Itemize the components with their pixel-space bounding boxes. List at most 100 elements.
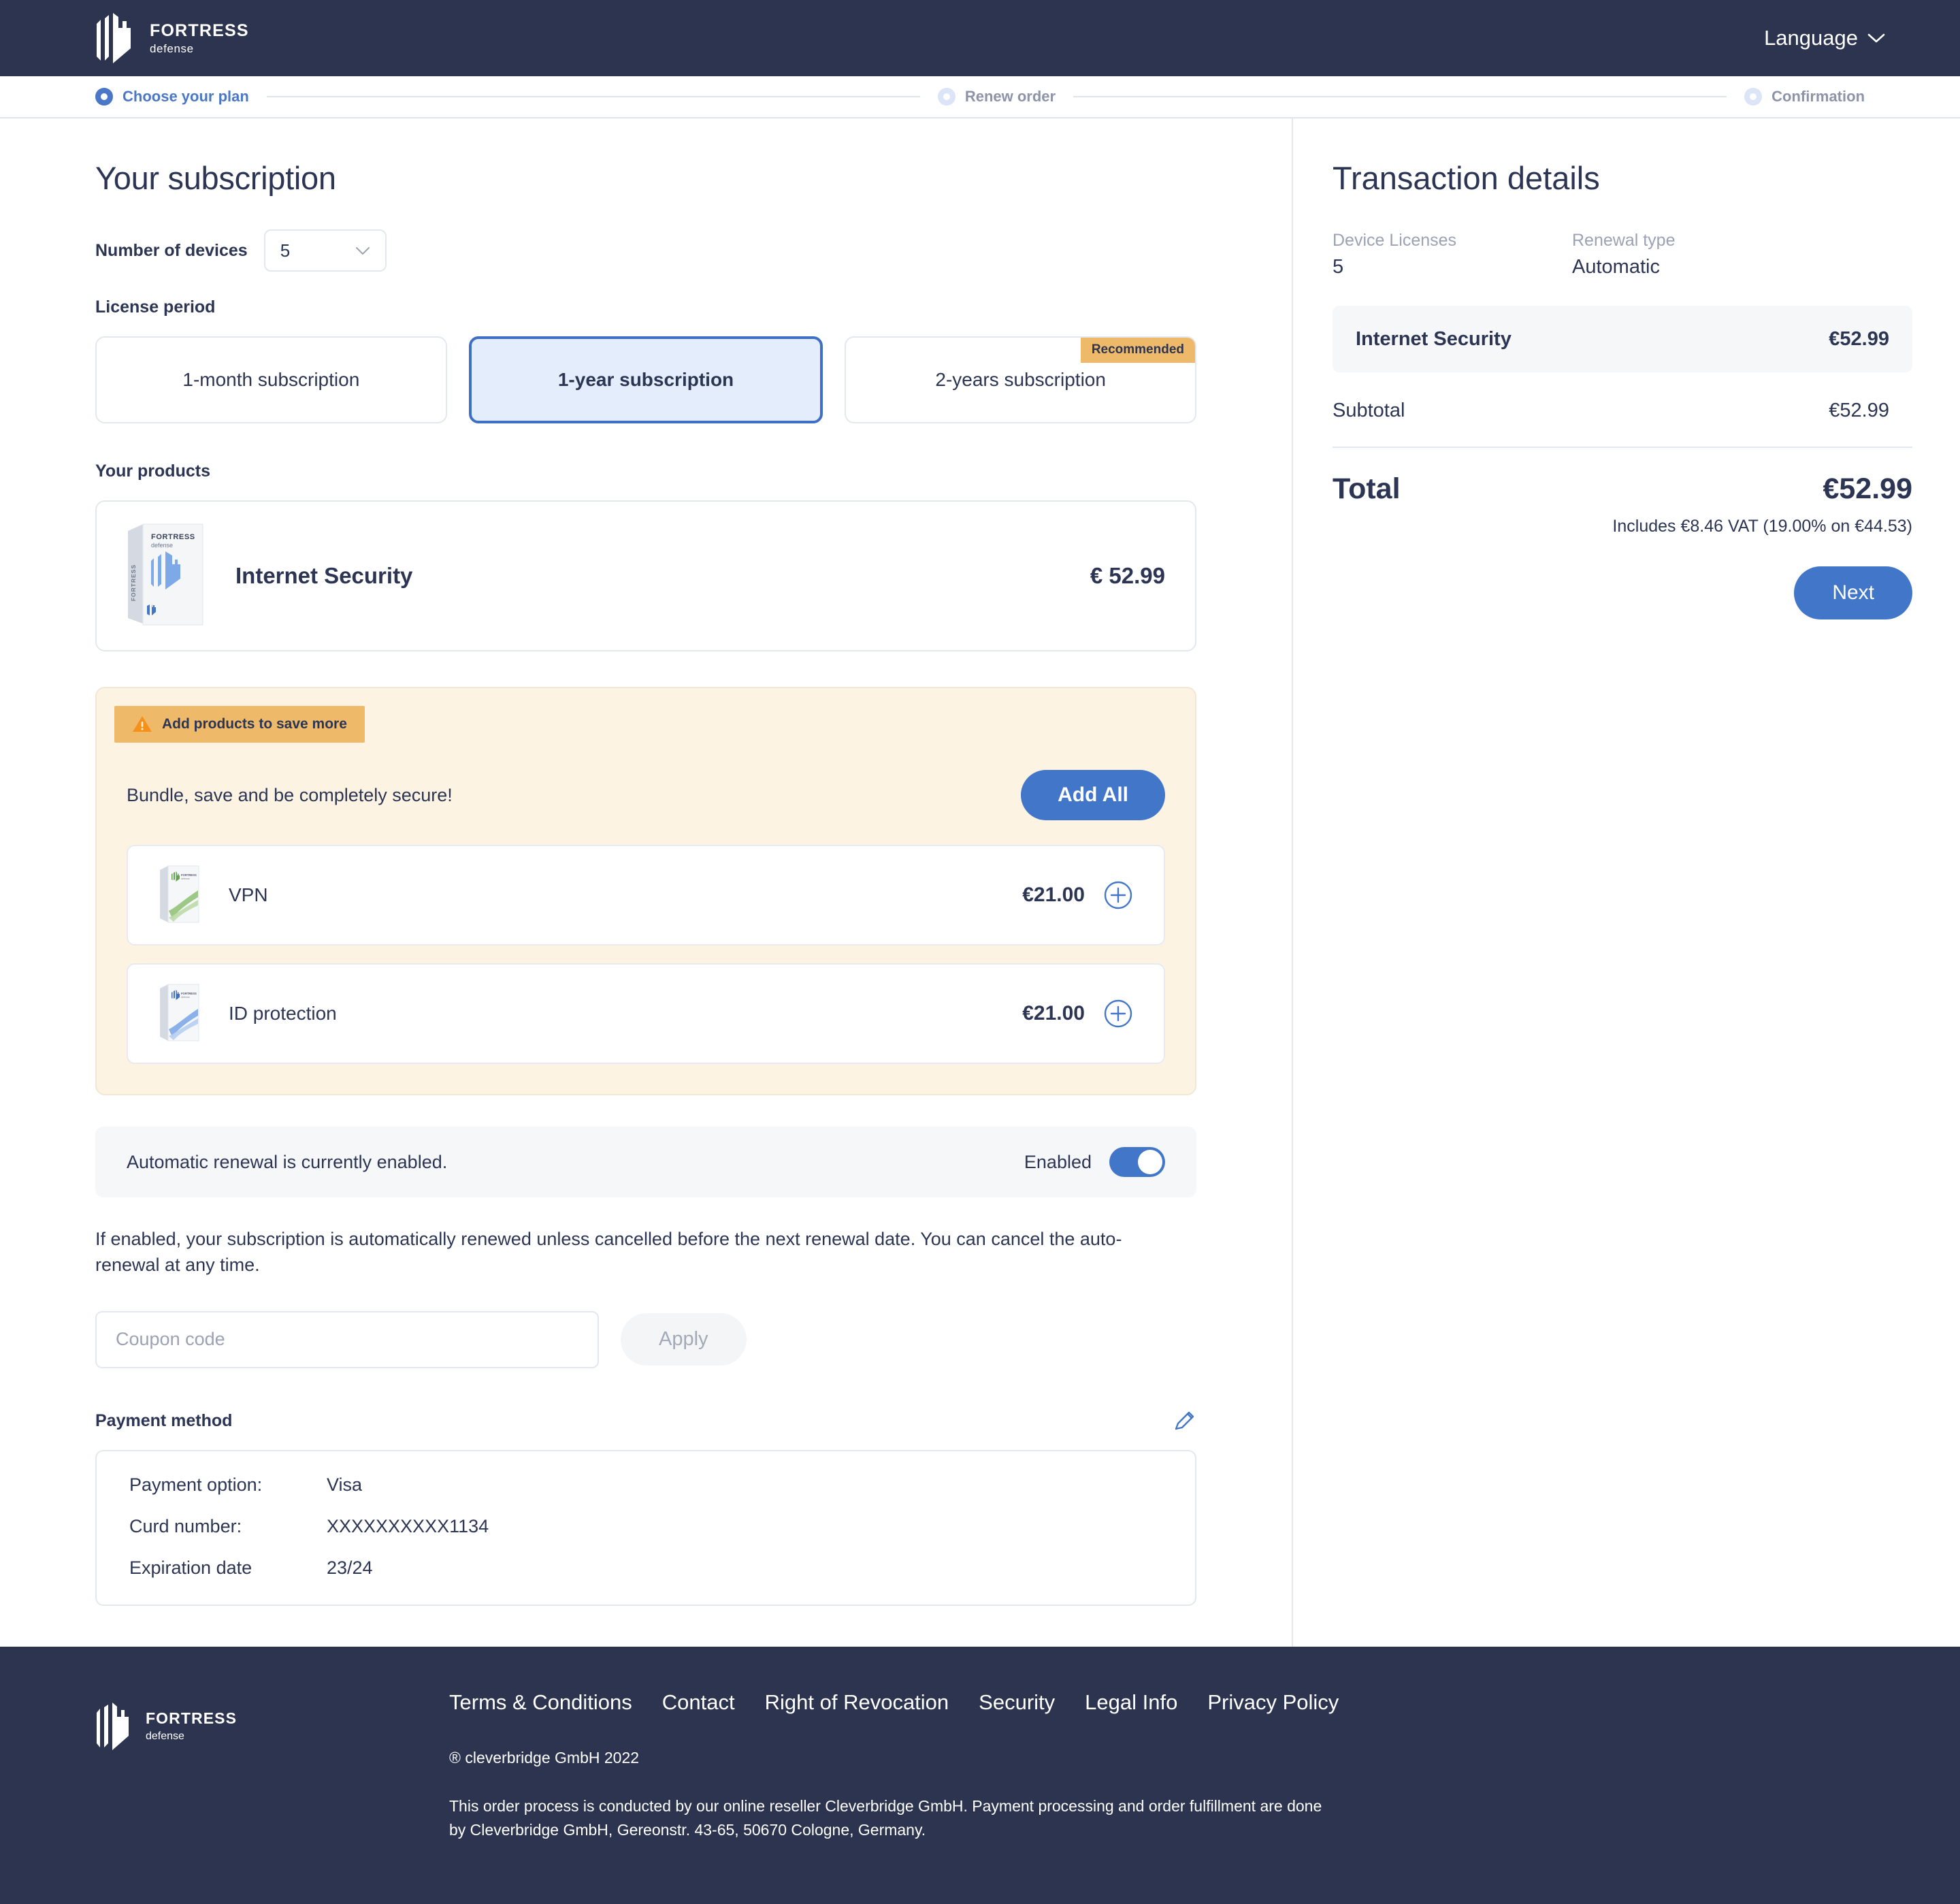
line-item-name: Internet Security [1356,327,1512,350]
svg-text:FORTRESS: FORTRESS [181,873,197,877]
fortress-shield-icon [97,1702,129,1750]
step-confirmation[interactable]: Confirmation [1744,88,1865,106]
auto-renewal-status: Automatic renewal is currently enabled. [127,1151,448,1172]
upsell-panel: Add products to save more Bundle, save a… [95,687,1196,1095]
footer-link-security[interactable]: Security [979,1690,1055,1715]
payment-row-value: 23/24 [327,1557,373,1578]
coupon-code-input[interactable] [95,1310,599,1368]
footer-link-legal-info[interactable]: Legal Info [1085,1690,1177,1715]
brand-name: FORTRESS [150,20,249,40]
payment-method-header: Payment method [95,1409,1196,1434]
brand-tagline: defense [150,42,194,55]
footer-link-terms[interactable]: Terms & Conditions [449,1690,632,1715]
page-footer: FORTRESS defense Terms & Conditions Cont… [0,1646,1960,1904]
apply-coupon-button[interactable]: Apply [621,1313,747,1366]
upsell-banner-text: Add products to save more [162,715,347,732]
period-option-label: 2-years subscription [935,369,1106,390]
subtotal-label: Subtotal [1333,400,1405,421]
add-item-plus-icon[interactable] [1104,881,1132,909]
add-all-button[interactable]: Add All [1021,770,1165,820]
footer-brand-name: FORTRESS [146,1709,238,1728]
step-connector [266,96,920,97]
upsell-item-name: ID protection [229,1003,337,1024]
period-option-2-years[interactable]: Recommended 2-years subscription [845,336,1197,423]
recommended-badge: Recommended [1080,338,1196,363]
step-dot-icon [95,88,113,106]
svg-text:defense: defense [151,542,173,549]
coupon-row: Apply [95,1310,1196,1368]
device-count-label: Number of devices [95,240,248,260]
next-button[interactable]: Next [1794,566,1912,619]
payment-method-label: Payment method [95,1411,233,1431]
footer-brand: FORTRESS defense [95,1690,449,1750]
upsell-item-id-protection: FORTRESS defense ID protection €21.00 [127,963,1165,1064]
payment-row: Payment option: Visa [129,1474,1162,1496]
step-connector [1073,96,1727,97]
footer-legal-text: This order process is conducted by our o… [449,1794,1538,1843]
page-title: Your subscription [95,160,336,196]
footer-link-right-of-revocation[interactable]: Right of Revocation [765,1690,949,1715]
top-header: FORTRESS defense Language [0,0,1960,76]
fortress-shield-icon [97,13,131,63]
step-label: Renew order [964,88,1056,105]
period-option-label: 1-month subscription [182,369,360,390]
step-label: Confirmation [1771,88,1865,105]
step-choose-your-plan[interactable]: Choose your plan [95,88,249,106]
step-dot-icon [1744,88,1763,106]
checkout-stepper: Choose your plan Renew order Confirmatio… [0,76,1960,118]
upsell-item-name: VPN [229,884,268,905]
transaction-details-title: Transaction details [1333,160,1600,196]
total-label: Total [1333,472,1401,505]
toggle-knob [1138,1150,1162,1174]
auto-renewal-toggle[interactable] [1109,1147,1165,1177]
main-layout: Your subscription Number of devices 5 Li… [0,118,1960,1647]
renewal-type-label: Renewal type [1572,231,1676,250]
period-option-1-year[interactable]: 1-year subscription [468,336,823,423]
upsell-item-price: €21.00 [1022,884,1085,906]
payment-row-key: Curd number: [129,1515,242,1536]
language-selector[interactable]: Language [1764,26,1919,50]
subtotal-value: €52.99 [1829,400,1889,421]
language-label: Language [1764,26,1858,50]
total-row: Total €52.99 [1333,448,1912,506]
device-count-row: Number of devices 5 [95,229,1196,272]
period-option-1-month[interactable]: 1-month subscription [95,336,447,423]
license-period-label: License period [95,297,216,317]
svg-text:FORTRESS: FORTRESS [130,564,137,601]
renewal-type-block: Renewal type Automatic [1572,231,1812,278]
footer-link-contact[interactable]: Contact [662,1690,735,1715]
add-item-plus-icon[interactable] [1104,999,1132,1028]
vat-note: Includes €8.46 VAT (19.00% on €44.53) [1612,517,1912,536]
payment-row-key: Expiration date [129,1557,252,1578]
svg-text:defense: defense [181,996,190,999]
device-count-select[interactable]: 5 [263,229,387,272]
product-box-icon: FORTRESS defense [160,865,199,923]
device-count-value: 5 [280,240,291,261]
footer-link-privacy-policy[interactable]: Privacy Policy [1207,1690,1339,1715]
brand-logo-header: FORTRESS defense [95,13,249,63]
edit-pencil-icon[interactable] [1172,1409,1196,1434]
auto-renewal-control: Enabled [1024,1147,1165,1177]
device-licenses-block: Device Licenses 5 [1333,231,1572,278]
upsell-header: Bundle, save and be completely secure! A… [97,743,1195,827]
auto-renewal-bar: Automatic renewal is currently enabled. … [95,1127,1196,1197]
payment-row: Curd number: XXXXXXXXXX1134 [129,1516,1162,1537]
payment-method-box: Payment option: Visa Curd number: XXXXXX… [95,1449,1196,1606]
subscription-panel: Your subscription Number of devices 5 Li… [0,118,1293,1647]
upsell-headline: Bundle, save and be completely secure! [127,784,453,805]
payment-row-key: Payment option: [129,1474,263,1495]
product-box-icon: FORTRESS FORTRESS defense [128,523,203,626]
upsell-banner: Add products to save more [114,706,365,743]
renewal-type-value: Automatic [1572,256,1660,278]
warning-triangle-icon [133,716,152,732]
svg-text:FORTRESS: FORTRESS [151,533,195,541]
period-option-label: 1-year subscription [557,369,734,390]
subtotal-row: Subtotal €52.99 [1333,376,1912,448]
chevron-down-icon [1867,33,1885,42]
auto-renewal-state-label: Enabled [1024,1151,1092,1172]
transaction-details-panel: Transaction details Device Licenses 5 Re… [1293,118,1960,1647]
payment-row-value: Visa [327,1474,363,1495]
step-renew-order[interactable]: Renew order [937,88,1056,106]
footer-legal-line-2: by Cleverbridge GmbH, Gereonstr. 43-65, … [449,1821,926,1839]
transaction-line-item: Internet Security €52.99 [1333,306,1912,372]
